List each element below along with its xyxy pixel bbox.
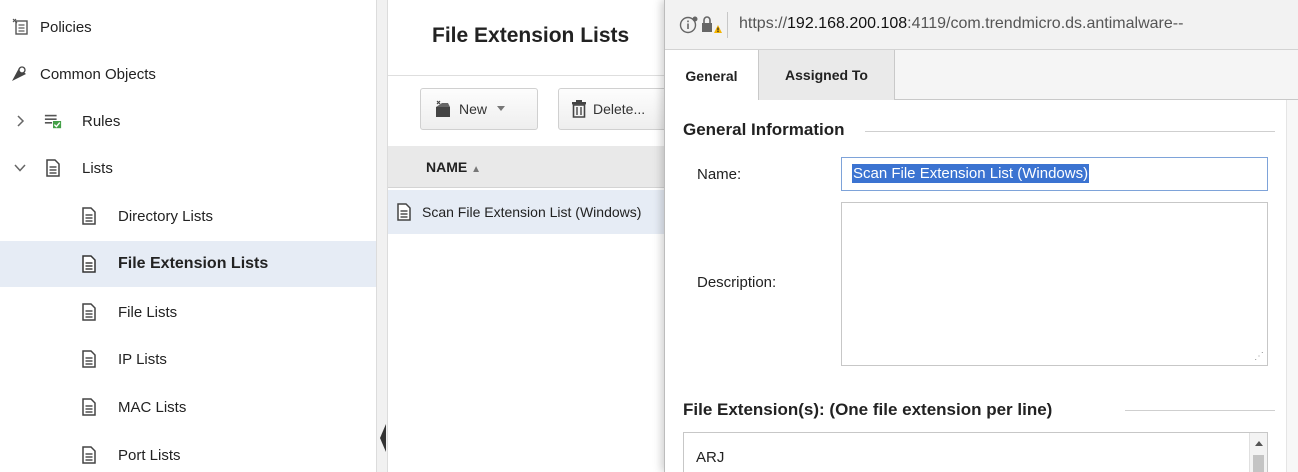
resize-grip-icon[interactable]: ⋰ [1254,351,1264,362]
list-document-icon [80,446,98,464]
trash-icon [571,100,587,118]
list-document-icon [80,398,98,416]
section-divider [1125,410,1275,411]
panel-splitter[interactable] [376,0,388,472]
sidebar-item-ip-lists[interactable]: IP Lists [0,336,376,382]
new-button-label: New [459,101,488,117]
tab-general[interactable]: General [665,50,759,101]
sidebar-item-directory-lists[interactable]: Directory Lists [0,193,376,239]
section-divider [865,131,1275,132]
insecure-lock-warning-icon[interactable] [701,15,723,39]
file-extension-line: ARJ [696,449,725,466]
sidebar-item-label: Directory Lists [118,207,214,225]
url-text[interactable]: https://192.168.200.108:4119/com.trendmi… [739,15,1183,33]
policies-icon [12,18,30,36]
sidebar-item-label: Port Lists [118,446,181,464]
sidebar-item-label: File Lists [118,303,178,321]
rules-icon [44,112,62,130]
sidebar-item-port-lists[interactable]: Port Lists [0,432,376,472]
list-document-icon [80,255,98,273]
name-label: Name: [697,166,742,183]
file-extensions-textarea[interactable]: ARJ [683,432,1268,472]
name-field-value: Scan File Extension List (Windows) [852,164,1090,183]
table-row[interactable]: Scan File Extension List (Windows) [388,190,666,234]
new-button[interactable]: New [420,88,538,130]
chevron-right-icon[interactable] [14,113,26,129]
sidebar-item-label: MAC Lists [118,398,187,416]
chevron-down-icon[interactable] [14,160,26,176]
dialog-body: General Information Name: Scan File Exte… [665,100,1298,472]
new-item-icon [433,99,455,119]
list-document-icon [80,207,98,225]
file-extensions-heading: File Extension(s): (One file extension p… [683,400,1063,420]
dialog-scrollbar[interactable] [1286,100,1298,472]
sidebar-item-label: Rules [82,112,121,130]
textarea-scrollbar[interactable] [1249,433,1267,472]
divider [727,12,728,38]
common-objects-icon [10,65,28,83]
sidebar-item-rules[interactable]: Rules [0,98,376,144]
page-title: File Extension Lists [432,24,630,47]
list-document-icon [80,350,98,368]
sidebar-item-label: File Extension Lists [118,255,269,272]
dialog-tabs: General Assigned To [665,50,1298,101]
sidebar-item-file-extension-lists[interactable]: File Extension Lists [0,241,376,287]
column-header-label: NAME ▲ [426,159,482,175]
name-field[interactable]: Scan File Extension List (Windows) [841,157,1268,191]
sidebar-item-policies[interactable]: Policies [0,4,376,50]
address-bar[interactable]: https://192.168.200.108:4119/com.trendmi… [665,0,1298,50]
tab-assigned-to[interactable]: Assigned To [759,50,895,100]
description-label: Description: [697,274,777,291]
description-textarea[interactable]: ⋰ [841,202,1268,366]
info-icon[interactable] [679,15,699,39]
navigation-sidebar: Policies Common Objects Rules Lists Dire… [0,0,376,472]
sidebar-item-common-objects[interactable]: Common Objects [0,51,376,97]
properties-dialog: https://192.168.200.108:4119/com.trendmi… [664,0,1298,472]
scrollbar-thumb[interactable] [1253,455,1264,472]
name-column-header[interactable]: NAME ▲ [388,146,666,188]
sidebar-item-label: Policies [40,18,92,36]
sidebar-item-label: Common Objects [40,65,156,83]
collapse-arrow-icon[interactable] [380,424,386,452]
sidebar-item-mac-lists[interactable]: MAC Lists [0,384,376,430]
list-document-icon [80,303,98,321]
divider [388,75,666,76]
sidebar-item-file-lists[interactable]: File Lists [0,289,376,335]
caret-down-icon [497,106,506,112]
sidebar-item-lists[interactable]: Lists [0,145,376,191]
general-information-heading: General Information [683,120,855,140]
sidebar-item-label: IP Lists [118,350,167,368]
delete-button-label: Delete... [593,101,646,117]
sort-ascending-icon: ▲ [471,164,482,175]
delete-button[interactable]: Delete... [558,88,666,130]
list-panel: File Extension Lists New Delete... NAME … [388,0,666,472]
scroll-up-icon[interactable] [1255,441,1263,446]
row-name-cell: Scan File Extension List (Windows) [422,204,642,220]
sidebar-item-label: Lists [82,159,113,177]
list-document-icon [44,159,62,177]
list-document-icon [396,203,412,225]
